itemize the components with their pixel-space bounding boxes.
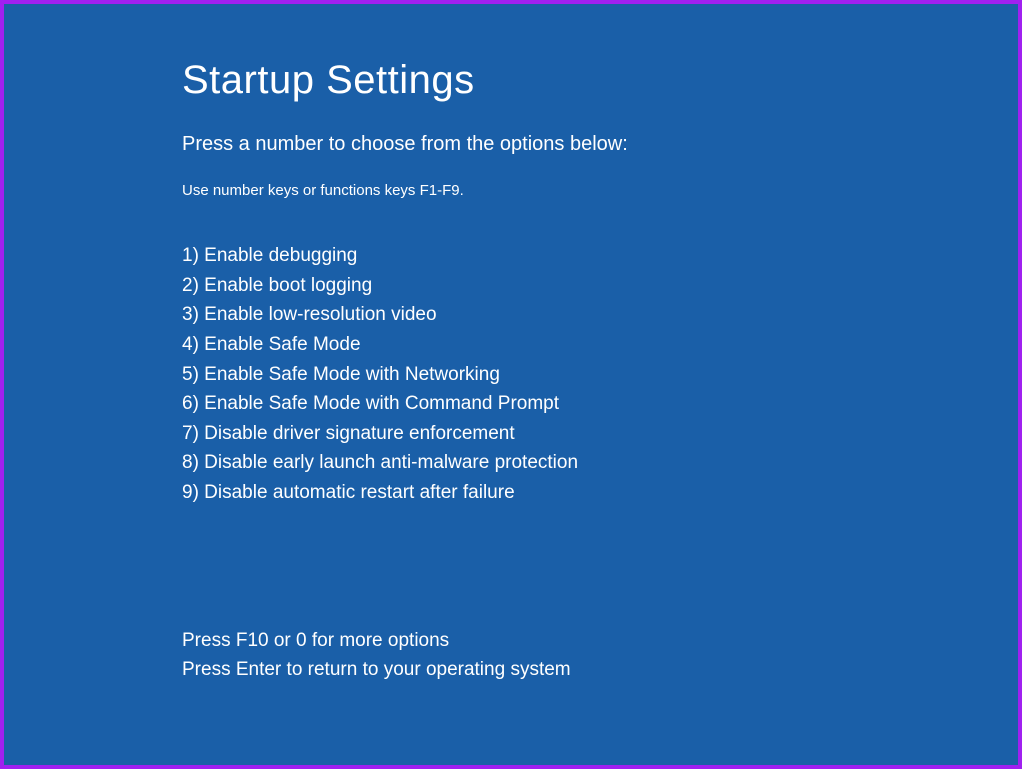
option-disable-automatic-restart[interactable]: 9) Disable automatic restart after failu… xyxy=(182,478,1018,508)
footer-more-options: Press F10 or 0 for more options xyxy=(182,626,1018,656)
options-list: 1) Enable debugging 2) Enable boot loggi… xyxy=(182,241,1018,508)
option-enable-safe-mode[interactable]: 4) Enable Safe Mode xyxy=(182,330,1018,360)
option-enable-debugging[interactable]: 1) Enable debugging xyxy=(182,241,1018,271)
option-disable-driver-signature-enforcement[interactable]: 7) Disable driver signature enforcement xyxy=(182,419,1018,449)
option-enable-safe-mode-networking[interactable]: 5) Enable Safe Mode with Networking xyxy=(182,360,1018,390)
option-enable-low-resolution-video[interactable]: 3) Enable low-resolution video xyxy=(182,300,1018,330)
hint-text: Use number keys or functions keys F1-F9. xyxy=(182,182,1018,199)
footer-return-os: Press Enter to return to your operating … xyxy=(182,655,1018,685)
instruction-text: Press a number to choose from the option… xyxy=(182,133,1018,156)
startup-settings-screen: Startup Settings Press a number to choos… xyxy=(4,4,1018,765)
option-enable-safe-mode-command-prompt[interactable]: 6) Enable Safe Mode with Command Prompt xyxy=(182,389,1018,419)
option-enable-boot-logging[interactable]: 2) Enable boot logging xyxy=(182,271,1018,301)
footer: Press F10 or 0 for more options Press En… xyxy=(182,626,1018,685)
page-title: Startup Settings xyxy=(182,58,1018,103)
option-disable-early-launch-anti-malware[interactable]: 8) Disable early launch anti-malware pro… xyxy=(182,448,1018,478)
